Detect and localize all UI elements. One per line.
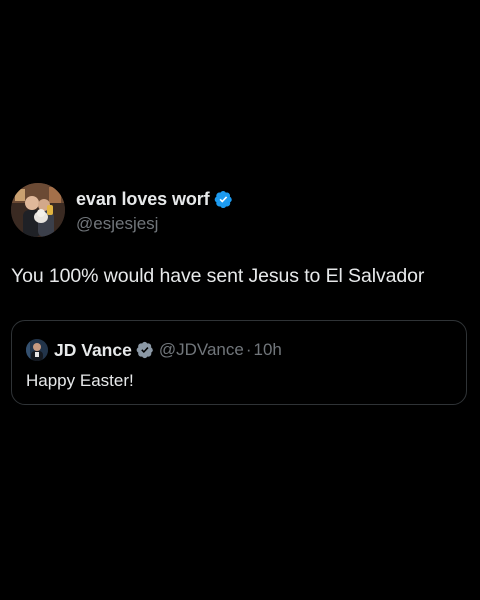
quoted-tweet-card[interactable]: JD Vance @JDVance · 10h Happy Easter! xyxy=(11,320,467,405)
tweet-text: You 100% would have sent Jesus to El Sal… xyxy=(11,265,425,287)
meta-separator: · xyxy=(245,340,252,359)
tweet-author-row: evan loves worf @esjesjesj xyxy=(11,181,469,239)
author-handle[interactable]: @esjesjesj xyxy=(76,214,233,234)
quoted-author-avatar[interactable] xyxy=(26,339,48,361)
quoted-author-handle[interactable]: @JDVance xyxy=(159,340,244,360)
quoted-author-display-name[interactable]: JD Vance xyxy=(54,340,132,361)
verified-badge-icon xyxy=(136,341,154,359)
quoted-tweet-timestamp[interactable]: 10h xyxy=(253,340,281,360)
author-meta: evan loves worf @esjesjesj xyxy=(76,187,233,234)
tweet: evan loves worf @esjesjesj You 100% woul… xyxy=(11,181,469,405)
profile-photo-icon xyxy=(26,339,48,361)
quoted-tweet-text: Happy Easter! xyxy=(26,371,134,390)
verified-badge-icon xyxy=(214,190,233,209)
quoted-tweet-header: JD Vance @JDVance · 10h xyxy=(26,338,282,362)
profile-photo-icon xyxy=(11,183,65,237)
author-avatar[interactable] xyxy=(11,183,65,237)
author-name-line: evan loves worf xyxy=(76,187,233,213)
author-display-name[interactable]: evan loves worf xyxy=(76,189,210,210)
